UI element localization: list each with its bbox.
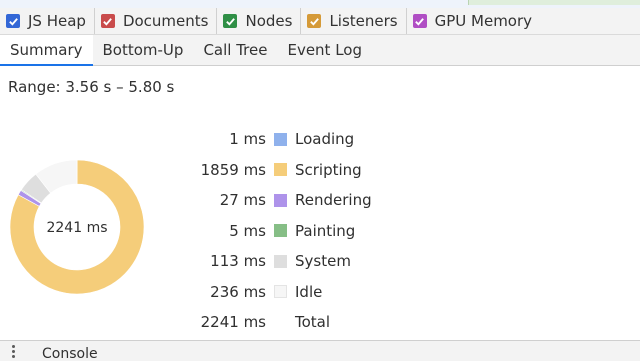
tab-summary[interactable]: Summary — [0, 35, 93, 65]
legend-row-scripting: 1859 ms Scripting — [190, 155, 372, 186]
timeline-overview-strip[interactable] — [0, 0, 640, 8]
legend-swatch — [274, 133, 287, 146]
summary-legend: 1 ms Loading 1859 ms Scripting 27 ms Renderin… — [190, 124, 372, 338]
legend-value: 236 ms — [190, 283, 266, 301]
summary-donut-chart: 2241 ms — [8, 158, 146, 296]
counter-nodes[interactable]: Nodes — [217, 8, 301, 34]
checkbox-checked-icon[interactable] — [223, 14, 237, 28]
counter-gpu-memory[interactable]: GPU Memory — [407, 8, 540, 34]
details-tabs: SummaryBottom-UpCall TreeEvent Log — [0, 35, 640, 66]
counter-documents[interactable]: Documents — [95, 8, 218, 34]
legend-label: Loading — [295, 130, 354, 148]
legend-total-label: Total — [295, 313, 330, 331]
donut-center-label: 2241 ms — [46, 220, 107, 236]
checkbox-checked-icon[interactable] — [307, 14, 321, 28]
checkbox-checked-icon[interactable] — [413, 14, 427, 28]
legend-value: 1859 ms — [190, 161, 266, 179]
legend-total-value: 2241 ms — [190, 313, 266, 331]
counter-js-heap[interactable]: JS Heap — [0, 8, 95, 34]
counters-toolbar: JS Heap Documents Nodes Listeners GPU Memory — [0, 8, 640, 35]
counter-label: GPU Memory — [435, 12, 532, 30]
legend-swatch — [274, 285, 287, 298]
tab-call-tree[interactable]: Call Tree — [193, 35, 277, 65]
drawer-bar: Console — [0, 340, 640, 361]
legend-swatch — [274, 224, 287, 237]
drawer-menu-icon[interactable] — [12, 344, 18, 358]
legend-value: 5 ms — [190, 222, 266, 240]
overview-selection — [468, 0, 640, 5]
tab-event-log[interactable]: Event Log — [277, 35, 372, 65]
counter-label: Documents — [123, 12, 209, 30]
counter-listeners[interactable]: Listeners — [301, 8, 406, 34]
legend-row-painting: 5 ms Painting — [190, 216, 372, 247]
legend-label: Scripting — [295, 161, 362, 179]
legend-swatch — [274, 255, 287, 268]
legend-label: Idle — [295, 283, 322, 301]
counter-label: Nodes — [245, 12, 292, 30]
legend-label: Painting — [295, 222, 355, 240]
counter-label: JS Heap — [28, 12, 86, 30]
legend-value: 113 ms — [190, 252, 266, 270]
legend-row-idle: 236 ms Idle — [190, 277, 372, 308]
legend-row-total: 2241 ms Total — [190, 307, 372, 338]
legend-swatch — [274, 163, 287, 176]
tab-bottom-up[interactable]: Bottom-Up — [93, 35, 194, 65]
legend-swatch — [274, 194, 287, 207]
checkbox-checked-icon[interactable] — [101, 14, 115, 28]
counter-label: Listeners — [329, 12, 397, 30]
legend-value: 1 ms — [190, 130, 266, 148]
legend-value: 27 ms — [190, 191, 266, 209]
range-label: Range: 3.56 s – 5.80 s — [8, 78, 174, 96]
legend-label: Rendering — [295, 191, 372, 209]
legend-label: System — [295, 252, 351, 270]
legend-row-loading: 1 ms Loading — [190, 124, 372, 155]
legend-row-system: 113 ms System — [190, 246, 372, 277]
legend-row-rendering: 27 ms Rendering — [190, 185, 372, 216]
checkbox-checked-icon[interactable] — [6, 14, 20, 28]
